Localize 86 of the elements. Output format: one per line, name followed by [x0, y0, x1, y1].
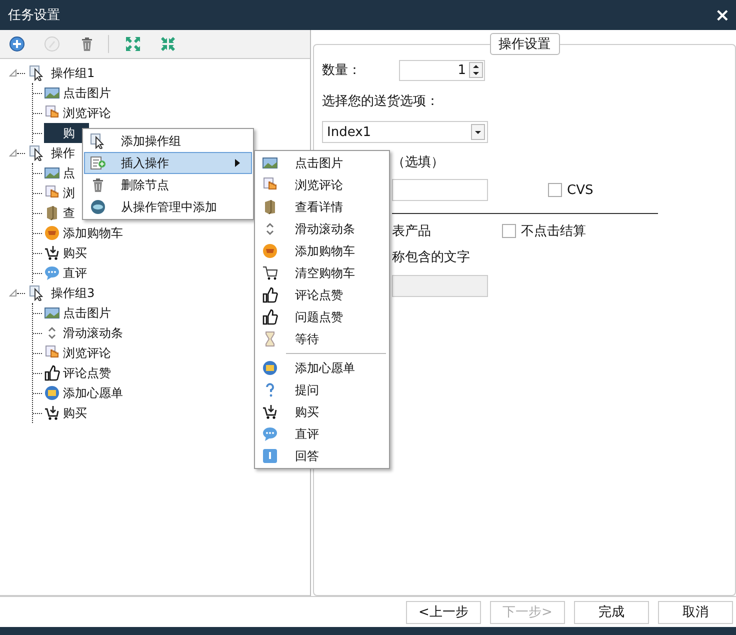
- cart-arrow-icon: [262, 404, 278, 420]
- text-field[interactable]: [392, 179, 488, 201]
- expander-icon[interactable]: [9, 69, 17, 77]
- menu-item[interactable]: 等待: [256, 328, 388, 350]
- menu-item[interactable]: 删除节点: [84, 174, 252, 196]
- menu-item[interactable]: 从操作管理中添加: [84, 196, 252, 218]
- insert-icon: [90, 155, 106, 171]
- spinner-arrows-icon[interactable]: [469, 62, 483, 78]
- cursor-icon: [29, 145, 45, 161]
- menu-item[interactable]: 评论点赞: [256, 284, 388, 306]
- thumbs-up-icon: [262, 309, 278, 325]
- collapse-icon[interactable]: [160, 36, 176, 52]
- picture-icon: [44, 165, 60, 181]
- info-square-icon: [262, 448, 278, 464]
- tree-item[interactable]: 点击图片: [44, 83, 115, 103]
- panel-legend: 操作设置: [490, 33, 560, 55]
- delivery-label: 选择您的送货选项：: [322, 93, 440, 110]
- cvs-checkbox[interactable]: CVS: [548, 182, 594, 198]
- menu-item[interactable]: 浏览评论: [256, 174, 388, 196]
- picture-icon: [44, 305, 60, 321]
- menu-item[interactable]: 清空购物车: [256, 262, 388, 284]
- caret-icon[interactable]: [471, 124, 485, 140]
- tree-item[interactable]: 购买: [44, 243, 91, 263]
- cursor-icon: [90, 133, 106, 149]
- menu-item[interactable]: 问题点赞: [256, 306, 388, 328]
- close-button[interactable]: ×: [714, 4, 730, 26]
- quantity-label: 数量：: [322, 62, 362, 79]
- menu-item[interactable]: 添加购物车: [256, 240, 388, 262]
- thumbs-up-icon: [44, 365, 60, 381]
- tree-item[interactable]: 添加购物车: [44, 223, 127, 243]
- speech-bubble-icon: [262, 426, 278, 442]
- add-icon[interactable]: [9, 36, 25, 52]
- footer-button[interactable]: 取消: [658, 600, 733, 624]
- expand-icon[interactable]: [125, 36, 141, 52]
- disc-icon: [90, 199, 106, 215]
- tree-group-label[interactable]: 操作组1: [51, 64, 95, 82]
- expander-icon[interactable]: [9, 149, 17, 157]
- cart-badge-icon: [44, 225, 60, 241]
- menu-item[interactable]: 点击图片: [256, 152, 388, 174]
- picture-icon: [44, 85, 60, 101]
- picture-icon: [262, 155, 278, 171]
- menu-item[interactable]: 直评: [256, 423, 388, 445]
- cart-icon: [262, 265, 278, 281]
- tree-item[interactable]: 购买: [44, 403, 91, 423]
- tree-item[interactable]: 查: [44, 203, 79, 223]
- book-icon: [44, 205, 60, 221]
- window-title: 任务设置: [8, 7, 60, 24]
- tree-item[interactable]: 浏览评论: [44, 103, 115, 123]
- cart-arrow-icon: [44, 405, 60, 421]
- thumbs-up-icon: [262, 287, 278, 303]
- footer-button[interactable]: <上一步: [406, 600, 481, 624]
- trash-icon[interactable]: [79, 36, 95, 52]
- delivery-dropdown[interactable]: Index1: [322, 121, 488, 143]
- tree-item[interactable]: 浏览评论: [44, 343, 115, 363]
- menu-item[interactable]: 购买: [256, 401, 388, 423]
- footer-button[interactable]: 完成: [574, 600, 649, 624]
- menu-item[interactable]: 提问: [256, 379, 388, 401]
- tree-item[interactable]: 添加心愿单: [44, 383, 127, 403]
- tree-item[interactable]: 点击图片: [44, 303, 115, 323]
- tree-group-label[interactable]: 操作组3: [51, 284, 95, 302]
- tree-item[interactable]: 评论点赞: [44, 363, 115, 383]
- menu-item[interactable]: 查看详情: [256, 196, 388, 218]
- cursor-icon: [29, 285, 45, 301]
- tree-item[interactable]: 直评: [44, 263, 91, 283]
- checkbox[interactable]: [502, 224, 516, 238]
- book-icon: [262, 199, 278, 215]
- trash-icon: [90, 177, 106, 193]
- cursor-icon: [29, 65, 45, 81]
- quantity-spinner[interactable]: 1: [399, 60, 485, 80]
- tree-item[interactable]: 滑动滚动条: [44, 323, 127, 343]
- cart-badge-icon: [262, 243, 278, 259]
- cart-arrow-icon: [44, 245, 60, 261]
- menu-item[interactable]: 添加心愿单: [256, 357, 388, 379]
- menu-item[interactable]: 回答: [256, 445, 388, 467]
- no-checkout-checkbox[interactable]: 不点击结算: [502, 222, 586, 240]
- optional-label: （选填）: [392, 154, 445, 171]
- name-text-label: 称包含的文字: [392, 249, 471, 266]
- product-label: 表产品: [392, 223, 432, 240]
- expander-icon[interactable]: [9, 289, 17, 297]
- checkbox[interactable]: [548, 183, 562, 197]
- menu-item[interactable]: 插入操作: [84, 152, 252, 174]
- speech-bubble-icon: [44, 265, 60, 281]
- menu-item[interactable]: 滑动滚动条: [256, 218, 388, 240]
- tree-item[interactable]: 浏: [44, 183, 79, 203]
- tree-item[interactable]: 点: [44, 163, 79, 183]
- tree-group-label[interactable]: 操作: [51, 144, 75, 162]
